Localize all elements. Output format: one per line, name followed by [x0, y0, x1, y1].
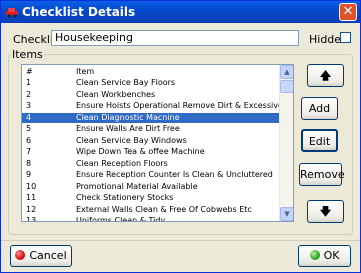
- items-group-label: Items: [11, 48, 44, 61]
- item-text: Ensure Reception Counter Is Clean & Uncl…: [76, 170, 273, 179]
- scroll-down-icon: ▼: [284, 210, 290, 218]
- item-number: 12: [26, 204, 37, 214]
- scroll-up-button[interactable]: ▲: [280, 65, 293, 79]
- item-number: 9: [26, 170, 32, 179]
- item-number: 1: [26, 78, 32, 87]
- cancel-label: Cancel: [29, 249, 67, 262]
- checklist-details-window: Checklist Details ✕ Checklist Housekeepi…: [0, 0, 361, 273]
- item-text: Wipe Down Tea & offee Machine: [76, 147, 205, 156]
- list-item[interactable]: 13 Uniforms Clean & Tidy: [22, 216, 280, 222]
- list-header: # Item: [22, 67, 280, 77]
- item-text: Clean Diagnostic Macnine: [76, 112, 180, 122]
- item-number: 11: [26, 193, 37, 202]
- column-header-item: Item: [76, 67, 95, 76]
- item-text: Clean Service Bay Windows: [76, 135, 187, 145]
- car-icon: [6, 8, 18, 18]
- window-title: Checklist Details: [22, 5, 136, 19]
- remove-button[interactable]: Remove: [299, 163, 345, 186]
- item-number: 13: [26, 216, 37, 222]
- item-text: Promotional Material Available: [76, 181, 198, 191]
- bottom-separator: [1, 240, 360, 241]
- item-number: 6: [26, 135, 32, 145]
- close-button[interactable]: ✕: [339, 3, 357, 21]
- list-item[interactable]: 11 Check Stationery Stocks: [22, 193, 280, 203]
- item-text: Ensure Walls Are Dirt Free: [76, 124, 180, 133]
- item-number: 10: [26, 181, 37, 191]
- move-down-button[interactable]: 🡇: [307, 200, 344, 223]
- vertical-scrollbar[interactable]: ▲ ▼: [279, 65, 293, 221]
- list-item[interactable]: 5 Ensure Walls Are Dirt Free: [22, 124, 280, 134]
- list-item[interactable]: 3 Ensure Hoists Operational Remove Dirt &…: [22, 101, 280, 111]
- scroll-up-icon: ▲: [284, 68, 290, 76]
- close-icon: ✕: [342, 4, 354, 19]
- list-item[interactable]: 9 Ensure Reception Counter Is Clean & Unc…: [22, 170, 280, 180]
- column-header-num: #: [26, 67, 33, 76]
- ok-green-dot-icon: [309, 250, 320, 260]
- item-text: External Walls Clean & Free Of Cobwebs E…: [76, 204, 252, 214]
- item-number: 8: [26, 158, 32, 168]
- item-text: Clean Reception Floors: [76, 158, 168, 168]
- list-item[interactable]: 8 Clean Reception Floors: [22, 159, 280, 169]
- arrow-up-icon: 🡅: [319, 69, 332, 82]
- checklist-name-input[interactable]: Housekeeping: [51, 30, 299, 46]
- list-item[interactable]: 1 Clean Service Bay Floors: [22, 78, 280, 88]
- add-button[interactable]: Add: [301, 97, 338, 120]
- cancel-red-dot-icon: [15, 250, 26, 260]
- scroll-thumb[interactable]: [280, 80, 293, 93]
- title-bar[interactable]: Checklist Details ✕: [1, 1, 360, 23]
- item-number: 5: [26, 124, 32, 133]
- item-number: 4: [26, 112, 32, 122]
- ok-label: OK: [323, 249, 340, 262]
- arrow-down-icon: 🡇: [319, 205, 332, 218]
- cancel-button[interactable]: Cancel: [10, 245, 72, 267]
- list-item[interactable]: 12 External Walls Clean & Free Of Cobwebs…: [22, 205, 280, 215]
- item-text: Uniforms Clean & Tidy: [76, 216, 166, 222]
- item-number: 2: [26, 89, 32, 99]
- item-text: Check Stationery Stocks: [76, 193, 174, 202]
- move-up-button[interactable]: 🡅: [307, 64, 344, 87]
- ok-button[interactable]: OK: [298, 245, 351, 267]
- scroll-down-button[interactable]: ▼: [280, 207, 293, 221]
- list-item[interactable]: 6 Clean Service Bay Windows: [22, 136, 280, 146]
- edit-button[interactable]: Edit: [301, 129, 338, 152]
- item-text: Clean Service Bay Floors: [76, 78, 176, 87]
- item-number: 3: [26, 101, 32, 110]
- list-item[interactable]: 7 Wipe Down Tea & offee Machine: [22, 147, 280, 157]
- list-item[interactable]: 4 Clean Diagnostic Macnine: [22, 112, 280, 123]
- item-number: 7: [26, 147, 32, 156]
- item-text: Clean Workbenches: [76, 89, 156, 99]
- list-item[interactable]: 10 Promotional Material Available: [22, 182, 280, 192]
- items-list[interactable]: # Item 1 Clean Service Bay Floors 2 Clean W…: [21, 64, 294, 222]
- list-item[interactable]: 2 Clean Workbenches: [22, 90, 280, 100]
- hidden-checkbox[interactable]: [340, 32, 351, 43]
- item-text: Ensure Hoists Operational Remove Dirt & …: [76, 101, 280, 110]
